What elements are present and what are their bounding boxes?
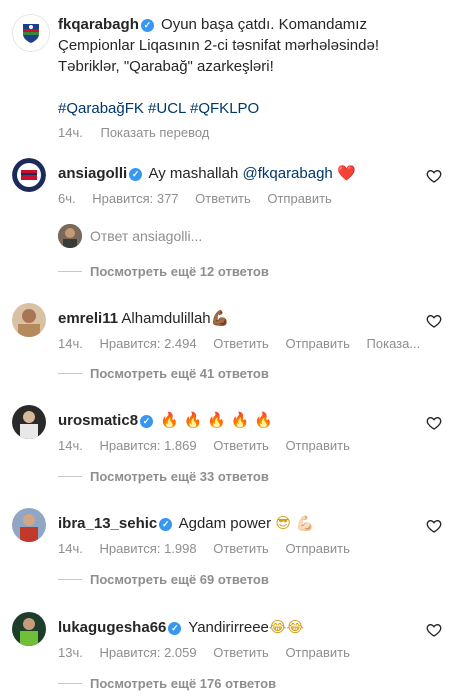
comment-meta: 14ч. Нравится: 1.998 Ответить Отправить bbox=[58, 541, 363, 556]
comment-username[interactable]: ibra_13_sehic bbox=[58, 515, 157, 532]
like-heart-icon[interactable] bbox=[426, 415, 442, 431]
comment-username[interactable]: urosmatic8 bbox=[58, 412, 138, 429]
user-photo-icon bbox=[12, 612, 46, 646]
caption-time: 14ч. bbox=[58, 125, 83, 140]
reply-button[interactable]: Ответить bbox=[213, 336, 269, 351]
heart-emoji: ❤️ bbox=[336, 164, 356, 182]
view-more-replies-button[interactable]: Посмотреть ещё 12 ответов bbox=[58, 264, 269, 279]
like-heart-icon[interactable] bbox=[426, 518, 442, 534]
sunglasses-emoji: 😎 💪🏻 bbox=[275, 514, 315, 532]
comment-text: emreli11 Alhamdulillah💪🏾 bbox=[58, 309, 229, 327]
avatar[interactable] bbox=[12, 14, 50, 52]
comment-username[interactable]: lukagugesha66 bbox=[58, 619, 166, 636]
view-more-replies-button[interactable]: Посмотреть ещё 176 ответов bbox=[58, 676, 276, 691]
caption-text-line1: Oyun başa çatdı. Komandamız bbox=[161, 16, 367, 33]
comment-text: ibra_13_sehic ✓ Agdam power 😎 💪🏻 bbox=[58, 514, 314, 532]
comment-meta: 6ч. Нравится: 377 Ответить Отправить bbox=[58, 191, 345, 206]
caption-body: fkqarabagh ✓ Oyun başa çatdı. Komandamız … bbox=[58, 14, 438, 119]
verified-badge-icon: ✓ bbox=[140, 19, 154, 32]
comment-username[interactable]: emreli11 bbox=[58, 310, 118, 327]
comment-time: 14ч. bbox=[58, 438, 83, 453]
send-button[interactable]: Отправить bbox=[267, 191, 331, 206]
divider-line bbox=[58, 476, 82, 477]
avatar[interactable] bbox=[12, 303, 46, 337]
comment-likes[interactable]: Нравится: 2.059 bbox=[99, 645, 196, 660]
club-crest-icon bbox=[12, 158, 46, 192]
caption-text-line3: Təbriklər, "Qarabağ" azarkeşləri! bbox=[58, 58, 274, 75]
comment-body: Agdam power bbox=[178, 515, 272, 532]
flexed-bicep-emoji: 💪🏾 bbox=[210, 309, 230, 327]
laughing-emoji: 😂😂 bbox=[268, 618, 304, 636]
reply-placeholder[interactable]: Ответ ansiagolli... bbox=[90, 228, 202, 244]
caption-hashtags[interactable]: #QarabağFK #UCL #QFKLPO bbox=[58, 98, 438, 119]
divider-line bbox=[58, 579, 82, 580]
view-more-label: Посмотреть ещё 69 ответов bbox=[90, 572, 269, 587]
verified-badge-icon: ✓ bbox=[168, 622, 182, 635]
comment-likes[interactable]: Нравится: 1.998 bbox=[99, 541, 196, 556]
avatar[interactable] bbox=[12, 405, 46, 439]
comment-meta: 14ч. Нравится: 2.494 Ответить Отправить … bbox=[58, 336, 433, 351]
comment-likes[interactable]: Нравится: 1.869 bbox=[99, 438, 196, 453]
comment-time: 14ч. bbox=[58, 541, 83, 556]
mention-link[interactable]: @fkqarabagh bbox=[242, 165, 332, 182]
comment-likes[interactable]: Нравится: 2.494 bbox=[99, 336, 196, 351]
current-user-avatar bbox=[58, 224, 82, 248]
divider-line bbox=[58, 683, 82, 684]
avatar[interactable] bbox=[12, 508, 46, 542]
send-button[interactable]: Отправить bbox=[285, 336, 349, 351]
comment-text: urosmatic8 ✓ 🔥 🔥 🔥 🔥 🔥 bbox=[58, 411, 273, 429]
comment-meta: 14ч. Нравится: 1.869 Ответить Отправить bbox=[58, 438, 363, 453]
comment-username[interactable]: ansiagolli bbox=[58, 165, 127, 182]
club-crest-icon bbox=[13, 15, 49, 51]
reply-button[interactable]: Ответить bbox=[213, 438, 269, 453]
reply-button[interactable]: Ответить bbox=[195, 191, 251, 206]
reply-button[interactable]: Ответить bbox=[213, 541, 269, 556]
user-photo-icon bbox=[58, 224, 82, 248]
send-button[interactable]: Отправить bbox=[285, 645, 349, 660]
fire-emoji: 🔥 🔥 🔥 🔥 🔥 bbox=[160, 411, 273, 429]
caption-username[interactable]: fkqarabagh bbox=[58, 16, 139, 33]
user-photo-icon bbox=[12, 405, 46, 439]
comment-likes[interactable]: Нравится: 377 bbox=[92, 191, 178, 206]
view-more-replies-button[interactable]: Посмотреть ещё 41 ответов bbox=[58, 366, 269, 381]
show-translation-button[interactable]: Показать перевод bbox=[100, 125, 209, 140]
send-button[interactable]: Отправить bbox=[285, 541, 349, 556]
send-button[interactable]: Отправить bbox=[285, 438, 349, 453]
comment-meta: 13ч. Нравится: 2.059 Ответить Отправить bbox=[58, 645, 363, 660]
comment-body: Alhamdulillah bbox=[121, 310, 211, 327]
like-heart-icon[interactable] bbox=[426, 622, 442, 638]
avatar[interactable] bbox=[12, 612, 46, 646]
verified-badge-icon: ✓ bbox=[140, 415, 154, 428]
view-more-label: Посмотреть ещё 33 ответов bbox=[90, 469, 269, 484]
like-heart-icon[interactable] bbox=[426, 313, 442, 329]
reply-button[interactable]: Ответить bbox=[213, 645, 269, 660]
comment-text: lukagugesha66 ✓ Yandirirreee😂😂 bbox=[58, 618, 304, 636]
caption-meta: 14ч. Показать перевод bbox=[58, 125, 223, 140]
verified-badge-icon: ✓ bbox=[159, 518, 173, 531]
comment-time: 6ч. bbox=[58, 191, 76, 206]
view-more-label: Посмотреть ещё 176 ответов bbox=[90, 676, 277, 691]
avatar[interactable] bbox=[12, 158, 46, 192]
comment-text: ansiagolli ✓ Ay mashallah @fkqarabagh ❤️ bbox=[58, 164, 356, 182]
view-more-replies-button[interactable]: Посмотреть ещё 33 ответов bbox=[58, 469, 269, 484]
view-more-label: Посмотреть ещё 12 ответов bbox=[90, 264, 269, 279]
divider-line bbox=[58, 271, 82, 272]
view-more-replies-button[interactable]: Посмотреть ещё 69 ответов bbox=[58, 572, 269, 587]
like-heart-icon[interactable] bbox=[426, 168, 442, 184]
verified-badge-icon: ✓ bbox=[129, 168, 143, 181]
comment-body: Yandirirreee bbox=[188, 619, 269, 636]
view-more-label: Посмотреть ещё 41 ответов bbox=[90, 366, 269, 381]
comment-time: 13ч. bbox=[58, 645, 83, 660]
divider-line bbox=[58, 373, 82, 374]
caption-text-line2: Çempionlar Liqasının 2-ci təsnifat mərhə… bbox=[58, 37, 379, 54]
show-translation-button[interactable]: Показа... bbox=[367, 336, 421, 351]
user-photo-icon bbox=[12, 508, 46, 542]
comment-time: 14ч. bbox=[58, 336, 83, 351]
user-photo-icon bbox=[12, 303, 46, 337]
comment-body: Ay mashallah bbox=[148, 165, 239, 182]
